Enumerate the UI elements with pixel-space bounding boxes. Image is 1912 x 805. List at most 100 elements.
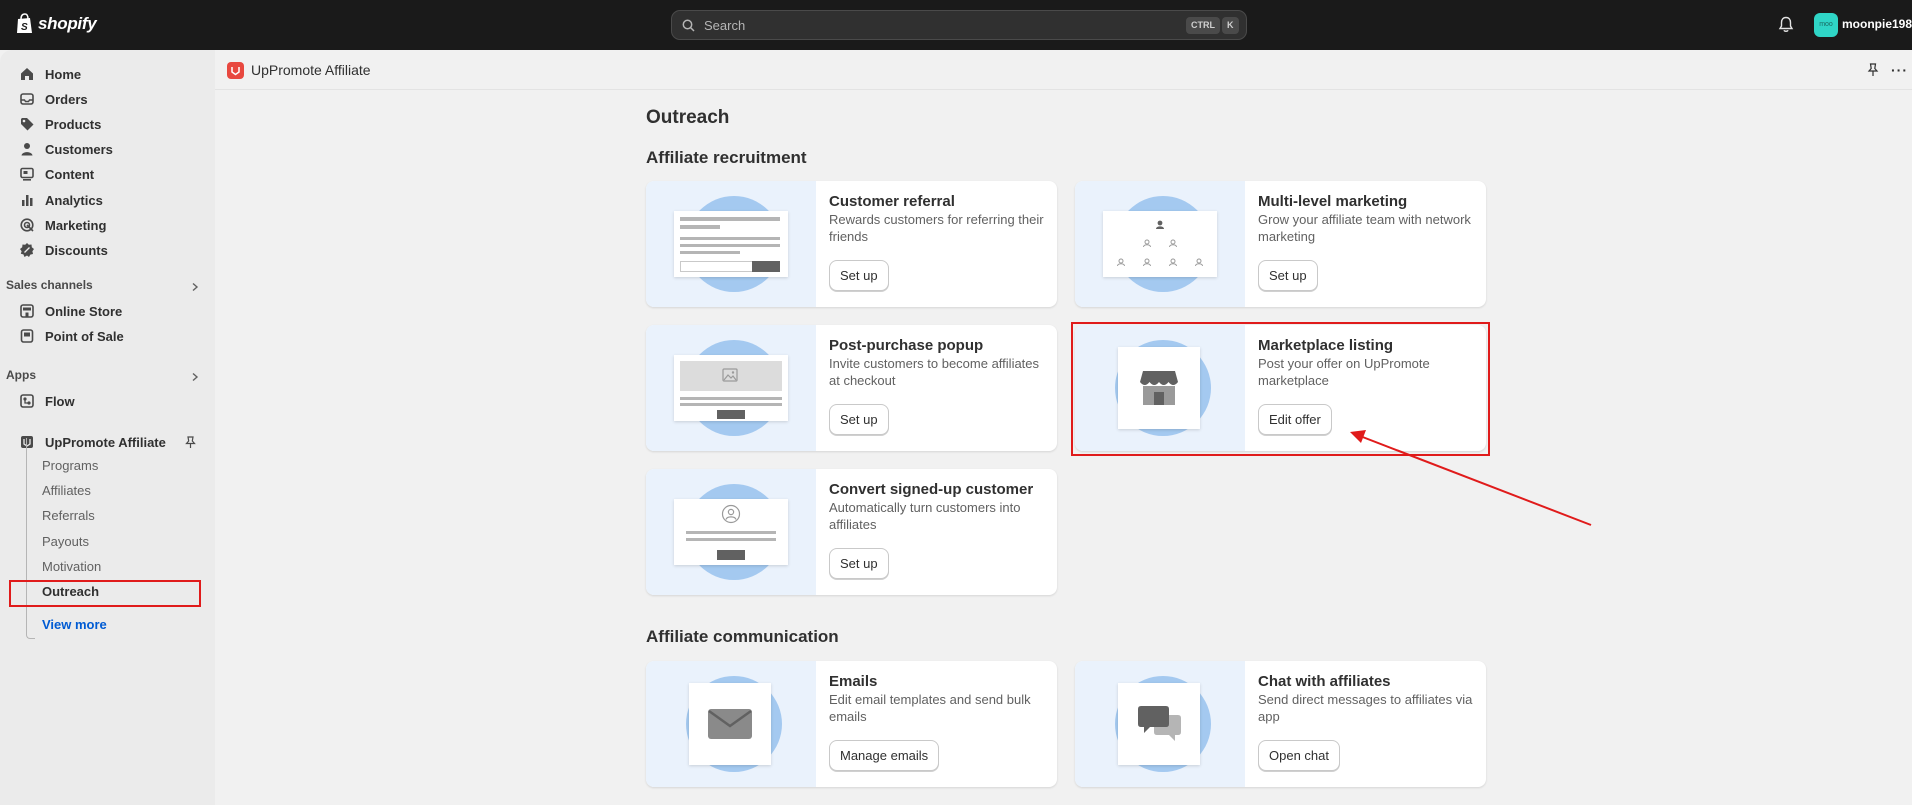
card-title: Chat with affiliates — [1258, 673, 1391, 690]
sidebar-sub-item-payouts[interactable]: Payouts — [42, 534, 89, 549]
setup-multi-level-marketing-button[interactable]: Set up — [1258, 260, 1318, 291]
card-illustration — [1075, 181, 1245, 307]
shopify-logo[interactable]: S shopify — [16, 13, 97, 34]
card-illustration — [646, 325, 816, 451]
tag-icon — [21, 118, 34, 131]
target-icon — [20, 218, 34, 232]
sidebar-item-label: Products — [45, 116, 102, 132]
card-illustration — [1075, 661, 1245, 787]
card-illustration — [646, 661, 816, 787]
tree-hook — [26, 630, 35, 639]
sidebar-sub-item-programs[interactable]: Programs — [42, 458, 98, 473]
card-illustration — [646, 469, 816, 595]
sidebar-item-online-store[interactable]: Online Store — [10, 299, 200, 323]
card-emails: Emails Edit email templates and send bul… — [646, 661, 1057, 787]
card-title: Convert signed-up customer — [829, 481, 1034, 498]
email-mock — [689, 683, 771, 765]
app-title: UpPromote Affiliate — [251, 62, 371, 78]
chevron-right-icon[interactable] — [190, 372, 200, 382]
sidebar-sub-item-affiliates[interactable]: Affiliates — [42, 483, 91, 498]
sidebar-item-label: UpPromote Affiliate — [45, 434, 166, 450]
pos-icon — [20, 329, 34, 343]
card-description: Automatically turn customers into affili… — [829, 500, 1021, 532]
card-post-purchase-popup: Post-purchase popup Invite customers to … — [646, 325, 1057, 451]
uppromote-mark-icon — [231, 67, 240, 76]
sidebar-item-label: Orders — [45, 91, 88, 107]
view-more-link[interactable]: View more — [42, 617, 107, 632]
home-icon — [21, 68, 33, 80]
form-mock — [674, 211, 788, 277]
sidebar: Home Orders Products Customers Content A… — [0, 50, 215, 805]
discount-icon — [20, 243, 34, 257]
sidebar-item-point-of-sale[interactable]: Point of Sale — [10, 324, 200, 348]
sidebar-item-analytics[interactable]: Analytics — [10, 188, 200, 212]
sidebar-item-flow[interactable]: Flow — [10, 389, 200, 413]
sidebar-item-label: Content — [45, 166, 95, 182]
sidebar-item-label: Marketing — [45, 217, 107, 233]
more-options-icon[interactable]: ··· — [1891, 62, 1908, 78]
sidebar-item-label: Online Store — [45, 303, 123, 319]
sidebar-item-label: Flow — [45, 393, 75, 409]
shortcut-ctrl-key: CTRL — [1186, 17, 1220, 34]
card-title: Post-purchase popup — [829, 337, 984, 354]
sidebar-item-discounts[interactable]: Discounts — [10, 238, 200, 262]
shopify-bag-icon: S — [17, 13, 32, 33]
content-icon — [20, 167, 34, 181]
communication-section-title: Affiliate communication — [646, 627, 839, 646]
card-description: Send direct messages to affiliates via a… — [1258, 692, 1473, 724]
sidebar-item-home[interactable]: Home — [10, 62, 200, 86]
search-bar[interactable]: Search CTRL K — [671, 10, 1247, 40]
store-username[interactable]: moonpie198 — [1842, 17, 1912, 31]
app-header: UpPromote Affiliate ··· — [215, 50, 1912, 90]
sidebar-item-label: Point of Sale — [45, 328, 124, 344]
card-chat-with-affiliates: Chat with affiliates Send direct message… — [1075, 661, 1486, 787]
outreach-highlight-box — [9, 580, 201, 607]
network-people-icon — [1117, 220, 1203, 267]
chevron-right-icon[interactable] — [190, 282, 200, 292]
chat-bubbles-icon — [1138, 706, 1181, 741]
bar-chart-icon — [22, 195, 33, 206]
svg-text:S: S — [21, 22, 28, 33]
pin-icon[interactable] — [1866, 63, 1880, 77]
card-illustration — [646, 181, 816, 307]
sidebar-item-label: Discounts — [45, 242, 108, 258]
card-title: Customer referral — [829, 193, 955, 210]
store-icon — [20, 304, 34, 318]
flow-icon — [20, 394, 34, 408]
card-multi-level-marketing: Multi-level marketing Grow your affiliat… — [1075, 181, 1486, 307]
network-mock — [1103, 211, 1217, 277]
sidebar-item-uppromote-affiliate[interactable]: UpPromote Affiliate — [10, 430, 200, 454]
sidebar-sub-item-motivation[interactable]: Motivation — [42, 559, 101, 574]
user-circle-icon — [721, 504, 741, 524]
profile-mock — [674, 499, 788, 565]
person-icon — [21, 143, 33, 156]
bell-icon[interactable] — [1778, 16, 1794, 33]
card-description: Grow your affiliate team with network ma… — [1258, 212, 1471, 244]
setup-convert-customer-button[interactable]: Set up — [829, 548, 889, 579]
brand-name: shopify — [38, 13, 97, 33]
envelope-icon — [708, 709, 752, 739]
app-icon — [21, 436, 33, 448]
search-placeholder: Search — [704, 17, 746, 33]
search-icon — [682, 19, 695, 32]
card-description: Edit email templates and send bulk email… — [829, 692, 1031, 724]
manage-emails-button[interactable]: Manage emails — [829, 740, 940, 771]
open-chat-button[interactable]: Open chat — [1258, 740, 1340, 771]
avatar[interactable]: moo — [1814, 13, 1838, 37]
setup-customer-referral-button[interactable]: Set up — [829, 260, 889, 291]
shortcut-k-key: K — [1222, 17, 1239, 34]
card-description: Rewards customers for referring their fr… — [829, 212, 1044, 244]
sidebar-item-orders[interactable]: Orders — [10, 87, 200, 111]
card-description: Invite customers to become affiliates at… — [829, 356, 1040, 388]
inbox-icon — [20, 93, 34, 105]
setup-post-purchase-popup-button[interactable]: Set up — [829, 404, 889, 435]
sidebar-item-customers[interactable]: Customers — [10, 137, 200, 161]
sidebar-item-marketing[interactable]: Marketing — [10, 213, 200, 237]
page-title: Outreach — [646, 107, 730, 128]
sidebar-item-content[interactable]: Content — [10, 162, 200, 186]
marketplace-highlight-box — [1071, 322, 1490, 456]
sidebar-sub-item-referrals[interactable]: Referrals — [42, 508, 95, 523]
pin-icon[interactable] — [184, 436, 197, 449]
popup-mock — [674, 355, 788, 421]
sidebar-item-products[interactable]: Products — [10, 112, 200, 136]
